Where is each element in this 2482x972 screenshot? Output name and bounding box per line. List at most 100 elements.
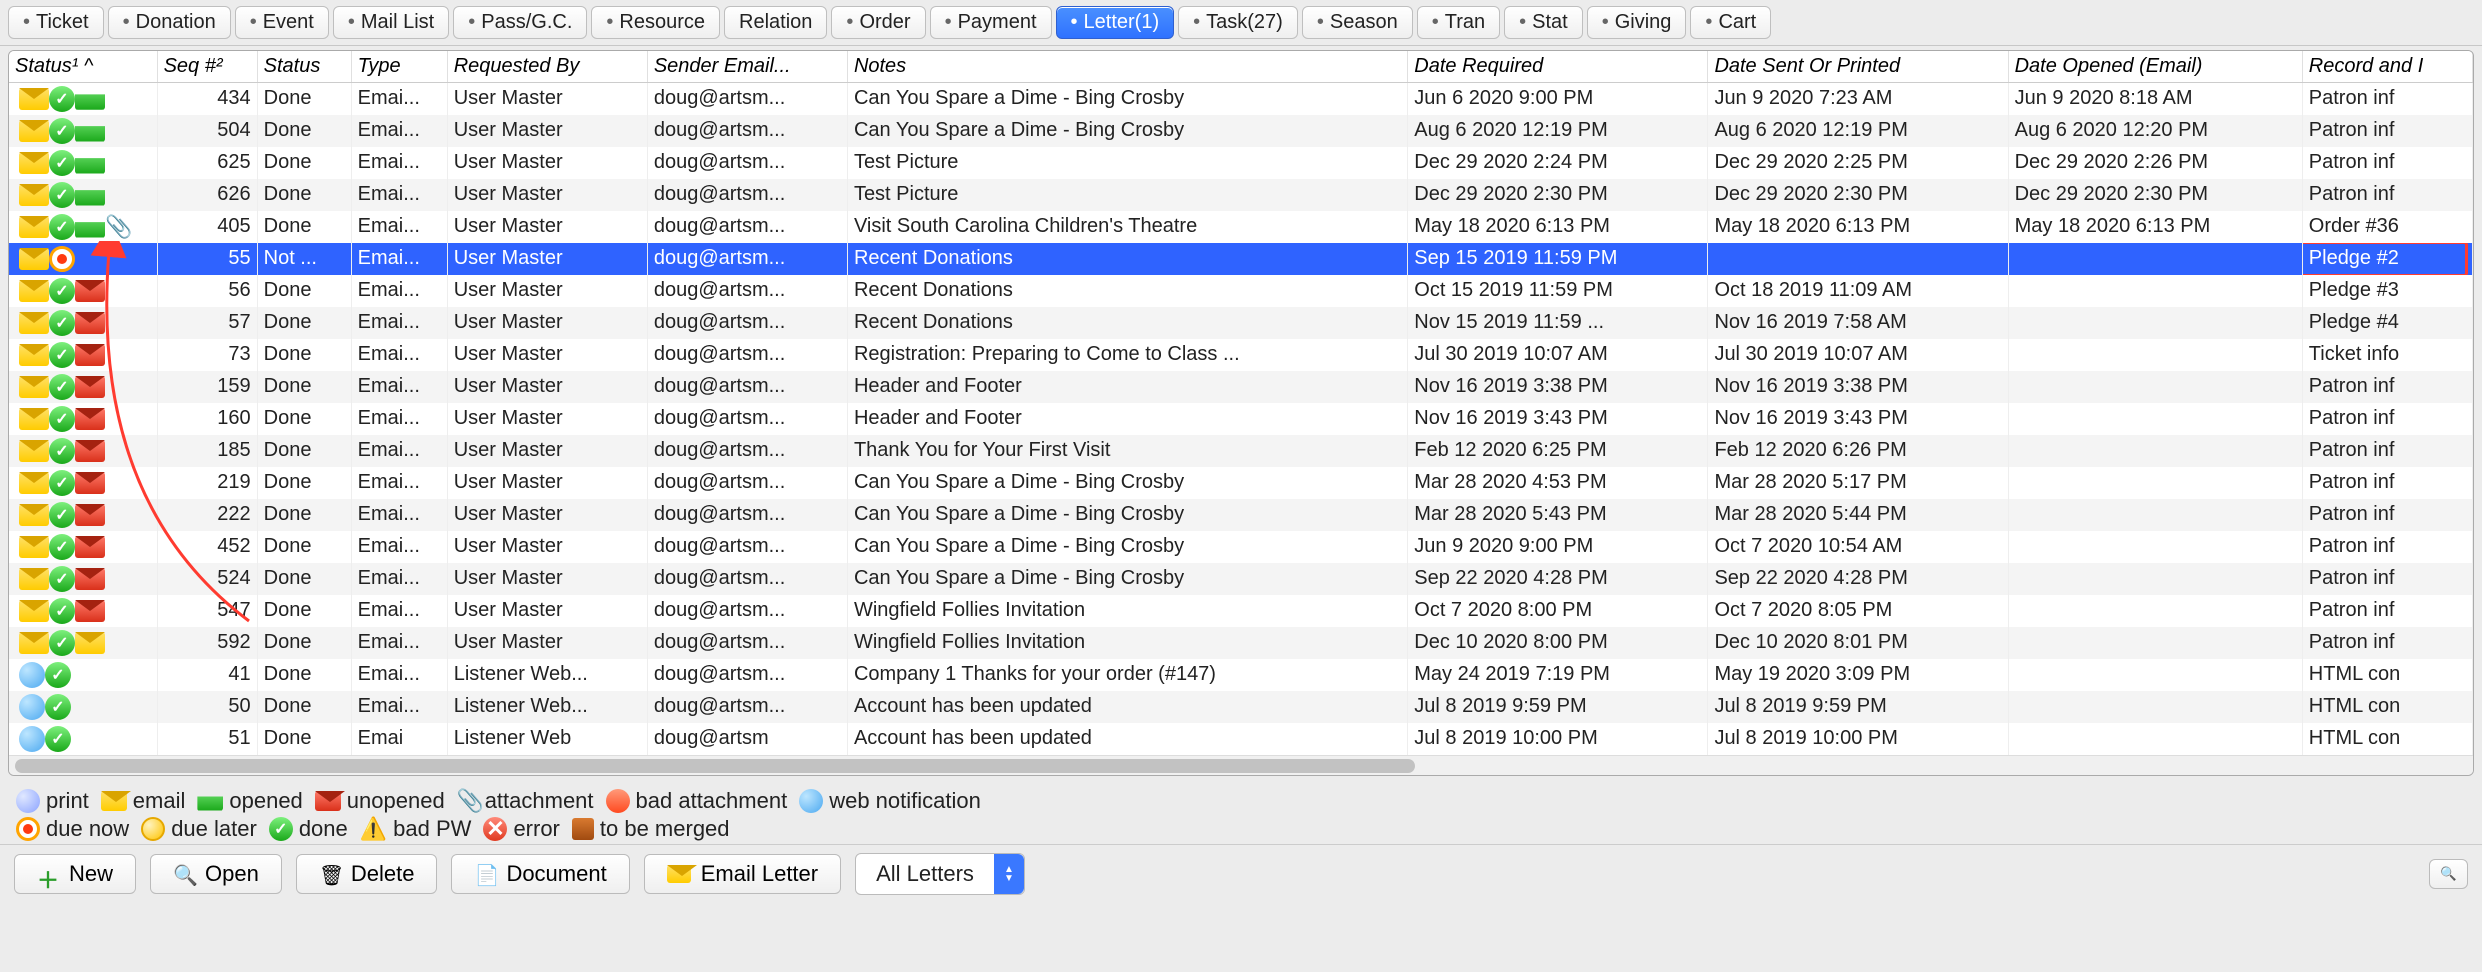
table-row[interactable]: 504DoneEmai...User Masterdoug@artsm...Ca…: [9, 115, 2473, 147]
col-type[interactable]: Type: [351, 51, 447, 83]
table-row[interactable]: 452DoneEmai...User Masterdoug@artsm...Ca…: [9, 531, 2473, 563]
tab-order[interactable]: •Order: [831, 6, 925, 39]
cell-date-sent: Feb 12 2020 6:26 PM: [1708, 435, 2008, 467]
table-row[interactable]: 📎405DoneEmai...User Masterdoug@artsm...V…: [9, 211, 2473, 243]
tab-pass-g-c-[interactable]: •Pass/G.C.: [453, 6, 587, 39]
table-row[interactable]: 56DoneEmai...User Masterdoug@artsm...Rec…: [9, 275, 2473, 307]
cell-notes: Wingfield Follies Invitation: [847, 627, 1407, 659]
table-row[interactable]: 626DoneEmai...User Masterdoug@artsm...Te…: [9, 179, 2473, 211]
row-status-icons: [15, 467, 151, 499]
tab-relation[interactable]: Relation: [724, 6, 827, 39]
col-status[interactable]: Status: [257, 51, 351, 83]
cell-notes: Thank You for Your First Visit: [847, 435, 1407, 467]
unopened-icon: [75, 568, 105, 590]
horizontal-scrollbar[interactable]: [9, 755, 2473, 775]
col-seq[interactable]: Seq #²: [157, 51, 257, 83]
legend-bad-pw: bad PW: [393, 816, 471, 842]
table-row[interactable]: 57DoneEmai...User Masterdoug@artsm...Rec…: [9, 307, 2473, 339]
search-button[interactable]: 🔍: [2429, 859, 2468, 889]
grid-header[interactable]: Status¹ ^ Seq #² Status Type Requested B…: [9, 51, 2473, 83]
table-row[interactable]: 159DoneEmai...User Masterdoug@artsm...He…: [9, 371, 2473, 403]
done-icon: [269, 817, 293, 841]
tab-stat[interactable]: •Stat: [1504, 6, 1583, 39]
col-notes[interactable]: Notes: [847, 51, 1407, 83]
document-button[interactable]: 📄Document: [451, 854, 629, 894]
cell-status: Done: [257, 179, 351, 211]
cell-type: Emai...: [351, 403, 447, 435]
cell-record: Pledge #4: [2302, 307, 2472, 339]
tab-payment[interactable]: •Payment: [930, 6, 1052, 39]
tab-event[interactable]: •Event: [235, 6, 329, 39]
cell-date-sent: Jul 8 2019 10:00 PM: [1708, 723, 2008, 755]
row-status-icons: [15, 659, 151, 691]
table-row[interactable]: 50DoneEmai...Listener Web...doug@artsm..…: [9, 691, 2473, 723]
envelope-icon: [75, 632, 105, 654]
cell-date-opened: Aug 6 2020 12:20 PM: [2008, 115, 2302, 147]
unopened-icon: [75, 344, 105, 366]
table-row[interactable]: 185DoneEmai...User Masterdoug@artsm...Th…: [9, 435, 2473, 467]
table-row[interactable]: 222DoneEmai...User Masterdoug@artsm...Ca…: [9, 499, 2473, 531]
tab-mail-list[interactable]: •Mail List: [333, 6, 449, 39]
table-row[interactable]: 434DoneEmai...User Masterdoug@artsm...Ca…: [9, 83, 2473, 115]
table-row[interactable]: 547DoneEmai...User Masterdoug@artsm...Wi…: [9, 595, 2473, 627]
cell-seq: 452: [157, 531, 257, 563]
check-icon: [49, 182, 75, 208]
filter-select[interactable]: All Letters ▲▼: [855, 853, 1025, 895]
tab-task-27-[interactable]: •Task(27): [1178, 6, 1298, 39]
cell-status: Done: [257, 723, 351, 755]
grid-body[interactable]: 434DoneEmai...User Masterdoug@artsm...Ca…: [9, 83, 2473, 755]
cell-date-opened: [2008, 307, 2302, 339]
table-row[interactable]: 160DoneEmai...User Masterdoug@artsm...He…: [9, 403, 2473, 435]
table-row[interactable]: 219DoneEmai...User Masterdoug@artsm...Ca…: [9, 467, 2473, 499]
cell-requested-by: User Master: [447, 371, 647, 403]
cell-sender: doug@artsm: [647, 723, 847, 755]
cell-date-opened: [2008, 371, 2302, 403]
tab-giving[interactable]: •Giving: [1587, 6, 1687, 39]
envelope-icon: [19, 440, 49, 462]
cell-date-opened: May 18 2020 6:13 PM: [2008, 211, 2302, 243]
col-requested-by[interactable]: Requested By: [447, 51, 647, 83]
open-button[interactable]: 🔍Open: [150, 854, 282, 894]
table-row[interactable]: 524DoneEmai...User Masterdoug@artsm...Ca…: [9, 563, 2473, 595]
col-sender-email[interactable]: Sender Email...: [647, 51, 847, 83]
col-date-required[interactable]: Date Required: [1408, 51, 1708, 83]
table-row[interactable]: 55Not ...Emai...User Masterdoug@artsm...…: [9, 243, 2473, 275]
tab-donation[interactable]: •Donation: [108, 6, 231, 39]
cell-seq: 219: [157, 467, 257, 499]
scrollbar-thumb[interactable]: [15, 759, 1415, 773]
delete-button[interactable]: 🗑Delete: [296, 854, 438, 894]
tab-letter-1-[interactable]: •Letter(1): [1056, 6, 1175, 39]
envelope-icon: [19, 536, 49, 558]
table-row[interactable]: 41DoneEmai...Listener Web...doug@artsm..…: [9, 659, 2473, 691]
new-button[interactable]: ＋New: [14, 854, 136, 894]
cell-record: Pledge #3: [2302, 275, 2472, 307]
cell-record: Patron inf: [2302, 179, 2472, 211]
check-icon: [49, 566, 75, 592]
cell-status: Not ...: [257, 243, 351, 275]
tab-label: Cart: [1718, 11, 1756, 34]
tab-ticket[interactable]: •Ticket: [8, 6, 104, 39]
tab-resource[interactable]: •Resource: [591, 6, 720, 39]
attachment-icon: 📎: [105, 214, 127, 240]
dot-icon: •: [1317, 11, 1324, 34]
tab-season[interactable]: •Season: [1302, 6, 1413, 39]
tab-cart[interactable]: •Cart: [1690, 6, 1771, 39]
tab-tran[interactable]: •Tran: [1417, 6, 1500, 39]
cell-status: Done: [257, 499, 351, 531]
table-row[interactable]: 51DoneEmaiListener Webdoug@artsmAccount …: [9, 723, 2473, 755]
col-record[interactable]: Record and I: [2302, 51, 2472, 83]
cell-record: Pledge #2: [2302, 243, 2472, 275]
cell-sender: doug@artsm...: [647, 627, 847, 659]
table-row[interactable]: 592DoneEmai...User Masterdoug@artsm...Wi…: [9, 627, 2473, 659]
cell-seq: 56: [157, 275, 257, 307]
cell-sender: doug@artsm...: [647, 531, 847, 563]
tab-label: Payment: [958, 11, 1037, 34]
dot-icon: •: [1519, 11, 1526, 34]
col-date-opened[interactable]: Date Opened (Email): [2008, 51, 2302, 83]
table-row[interactable]: 73DoneEmai...User Masterdoug@artsm...Reg…: [9, 339, 2473, 371]
email-letter-button[interactable]: Email Letter: [644, 854, 841, 894]
legend-email: email: [133, 788, 186, 814]
table-row[interactable]: 625DoneEmai...User Masterdoug@artsm...Te…: [9, 147, 2473, 179]
col-status1[interactable]: Status¹ ^: [9, 51, 157, 83]
col-date-sent[interactable]: Date Sent Or Printed: [1708, 51, 2008, 83]
